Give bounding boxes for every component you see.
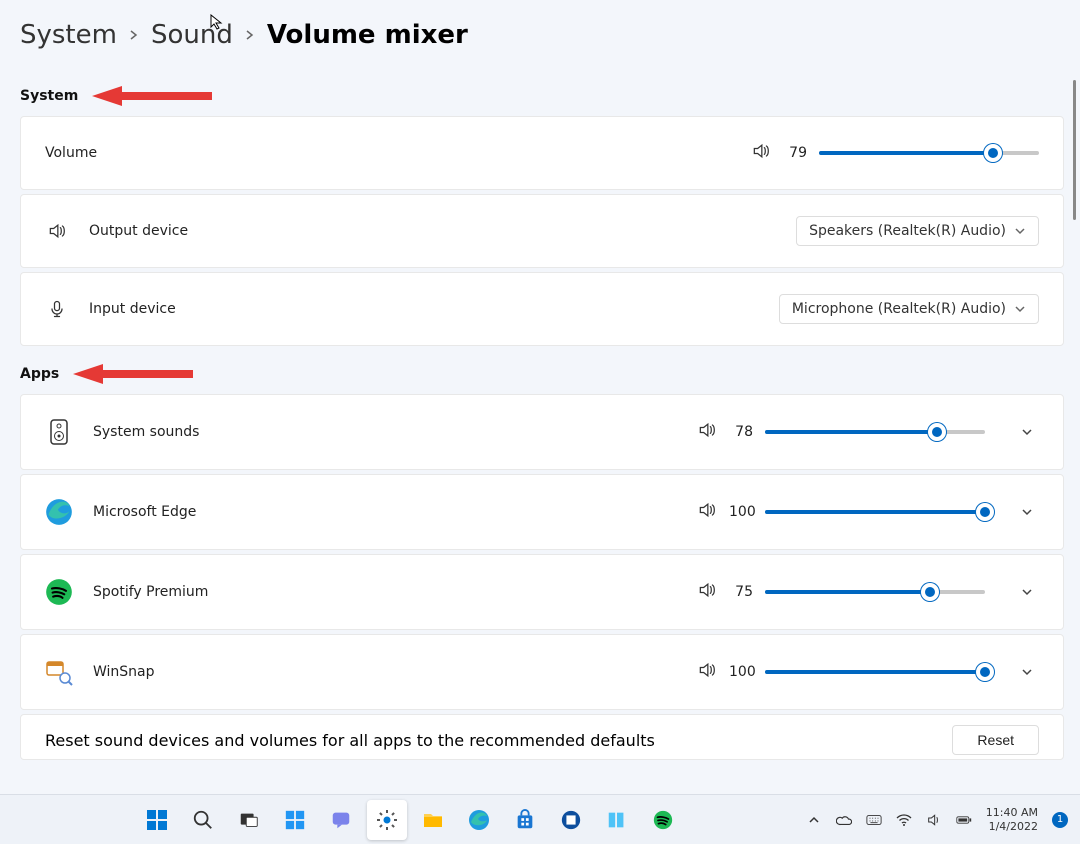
app-name: Microsoft Edge xyxy=(93,504,196,520)
volume-label: Volume xyxy=(45,145,97,161)
breadcrumb: System Sound Volume mixer xyxy=(20,20,1064,68)
app-volume-slider[interactable] xyxy=(765,583,985,601)
output-device-card: Output device Speakers (Realtek(R) Audio… xyxy=(20,194,1064,268)
settings-volume-mixer-page: System Sound Volume mixer System xyxy=(0,0,1080,794)
chevron-right-icon xyxy=(129,30,139,40)
taskbar-clock[interactable]: 11:40 AM 1/4/2022 xyxy=(986,806,1038,832)
reset-card: Reset sound devices and volumes for all … xyxy=(20,714,1064,760)
start-button[interactable] xyxy=(137,800,177,840)
input-device-dropdown[interactable]: Microphone (Realtek(R) Audio) xyxy=(779,294,1039,324)
app-volume-value: 100 xyxy=(729,664,753,680)
scrollbar[interactable] xyxy=(1073,80,1076,220)
output-device-dropdown[interactable]: Speakers (Realtek(R) Audio) xyxy=(796,216,1039,246)
microphone-icon xyxy=(45,299,69,319)
edge-taskbar-icon[interactable] xyxy=(459,800,499,840)
store-taskbar-icon[interactable] xyxy=(505,800,545,840)
settings-taskbar-icon[interactable] xyxy=(367,800,407,840)
chevron-right-icon xyxy=(245,30,255,40)
app-volume-value: 100 xyxy=(729,504,753,520)
chevron-down-icon xyxy=(1014,225,1026,237)
speaker-icon[interactable] xyxy=(697,660,717,684)
reset-button[interactable]: Reset xyxy=(952,725,1039,755)
volume-value: 79 xyxy=(783,145,807,161)
chevron-down-icon xyxy=(1014,303,1026,315)
spotify-taskbar-icon[interactable] xyxy=(643,800,683,840)
speaker-icon[interactable] xyxy=(697,580,717,604)
edge-icon xyxy=(45,498,73,526)
input-device-card: Input device Microphone (Realtek(R) Audi… xyxy=(20,272,1064,346)
search-button[interactable] xyxy=(183,800,223,840)
app-name: System sounds xyxy=(93,424,199,440)
expand-app-button[interactable] xyxy=(1015,506,1039,518)
app-taskbar-icon[interactable] xyxy=(551,800,591,840)
cursor-icon xyxy=(210,14,226,30)
keyboard-icon[interactable] xyxy=(866,812,882,828)
explorer-taskbar-icon[interactable] xyxy=(413,800,453,840)
app-volume-slider[interactable] xyxy=(765,423,985,441)
section-label-system: System xyxy=(20,88,78,104)
expand-app-button[interactable] xyxy=(1015,666,1039,678)
app-card: WinSnap 100 xyxy=(20,634,1064,710)
expand-app-button[interactable] xyxy=(1015,426,1039,438)
app-card: System sounds 78 xyxy=(20,394,1064,470)
winsnap-icon xyxy=(45,658,73,686)
speaker-icon xyxy=(45,221,69,241)
app-volume-slider[interactable] xyxy=(765,503,985,521)
app-name: Spotify Premium xyxy=(93,584,208,600)
app-name: WinSnap xyxy=(93,664,155,680)
breadcrumb-system[interactable]: System xyxy=(20,20,117,50)
speaker-icon[interactable] xyxy=(751,141,771,165)
system-sounds-icon xyxy=(45,418,73,446)
app-volume-value: 78 xyxy=(729,424,753,440)
battery-icon[interactable] xyxy=(956,812,972,828)
speaker-icon[interactable] xyxy=(697,500,717,524)
annotation-arrow-icon xyxy=(73,364,193,384)
tray-chevron-icon[interactable] xyxy=(806,812,822,828)
volume-slider[interactable] xyxy=(819,144,1039,162)
reset-description: Reset sound devices and volumes for all … xyxy=(45,731,655,750)
app2-taskbar-icon[interactable] xyxy=(597,800,637,840)
wifi-icon[interactable] xyxy=(896,812,912,828)
taskbar: 11:40 AM 1/4/2022 1 xyxy=(0,794,1080,844)
annotation-arrow-icon xyxy=(92,86,212,106)
app-card: Microsoft Edge 100 xyxy=(20,474,1064,550)
app-volume-slider[interactable] xyxy=(765,663,985,681)
task-view-button[interactable] xyxy=(229,800,269,840)
onedrive-icon[interactable] xyxy=(836,812,852,828)
input-device-value: Microphone (Realtek(R) Audio) xyxy=(792,301,1006,317)
notification-badge[interactable]: 1 xyxy=(1052,812,1068,828)
volume-card: Volume 79 xyxy=(20,116,1064,190)
expand-app-button[interactable] xyxy=(1015,586,1039,598)
app-card: Spotify Premium 75 xyxy=(20,554,1064,630)
app-volume-value: 75 xyxy=(729,584,753,600)
input-device-label: Input device xyxy=(89,301,176,317)
widgets-button[interactable] xyxy=(275,800,315,840)
breadcrumb-current: Volume mixer xyxy=(267,20,468,50)
chat-button[interactable] xyxy=(321,800,361,840)
section-label-apps: Apps xyxy=(20,366,59,382)
output-device-value: Speakers (Realtek(R) Audio) xyxy=(809,223,1006,239)
spotify-icon xyxy=(45,578,73,606)
output-device-label: Output device xyxy=(89,223,188,239)
volume-tray-icon[interactable] xyxy=(926,812,942,828)
speaker-icon[interactable] xyxy=(697,420,717,444)
